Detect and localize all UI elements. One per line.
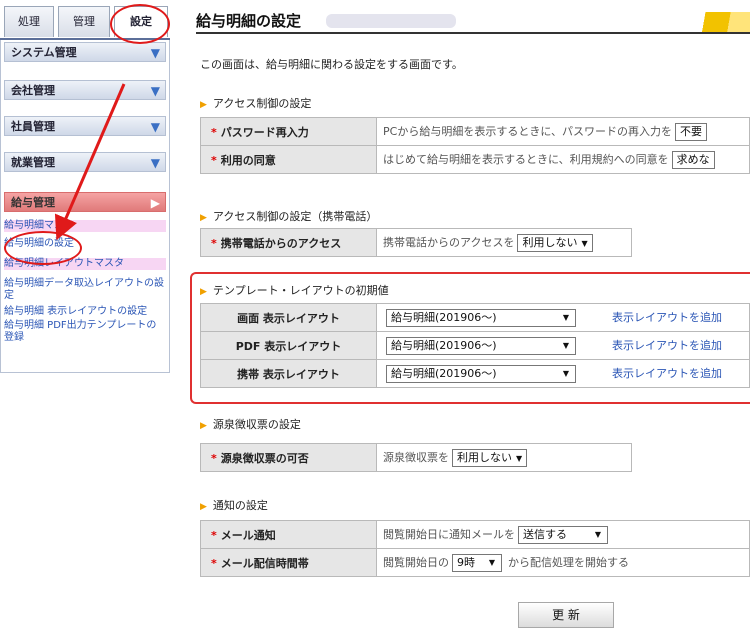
annotation-arrow-line: [54, 83, 126, 241]
annotation-arrow: [54, 83, 126, 241]
